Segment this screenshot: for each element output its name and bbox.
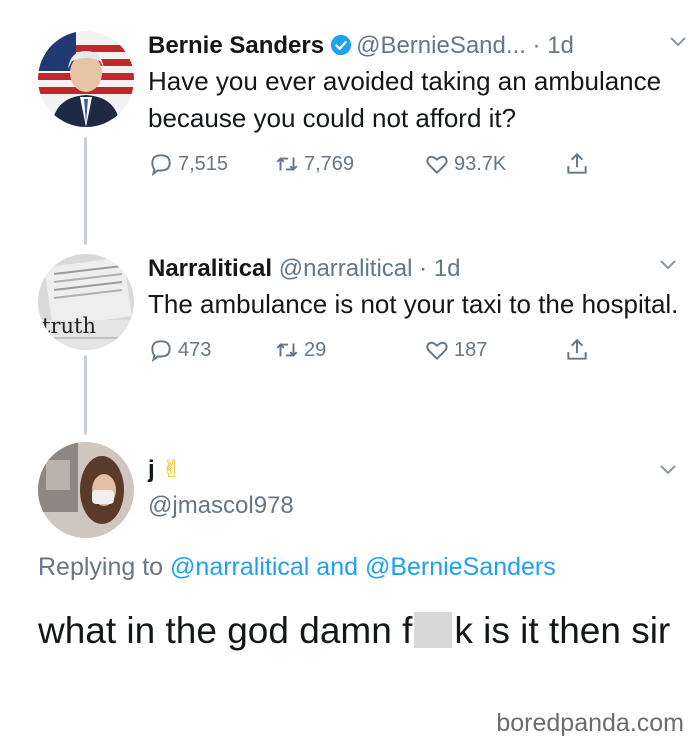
retweet-button[interactable]: 29	[274, 337, 326, 363]
avatar[interactable]	[38, 442, 134, 538]
mention-link[interactable]: @BernieSanders	[365, 553, 556, 581]
timestamp[interactable]: · 1d	[419, 255, 460, 282]
chevron-down-icon[interactable]	[668, 35, 688, 49]
retweet-count: 29	[304, 338, 327, 361]
retweet-icon	[276, 343, 298, 357]
tweet-text: what in the god damn f k is it then sir	[38, 604, 678, 658]
like-count: 187	[454, 338, 488, 361]
replying-to: Replying to @narralitical and @BernieSan…	[38, 553, 556, 582]
tweet-text-part2: k is it then sir	[454, 610, 671, 651]
like-button[interactable]: 93.7K	[424, 151, 506, 177]
tweet-actions: 7,515 7,769 93.7K	[148, 151, 682, 187]
like-icon	[426, 341, 448, 361]
avatar-text: truth	[42, 314, 96, 338]
share-icon	[567, 338, 587, 360]
tweet-narralitical[interactable]: Narralitical @narralitical · 1d The ambu…	[148, 254, 682, 373]
tweet-text: The ambulance is not your taxi to the ho…	[148, 289, 679, 319]
tweet-bernie[interactable]: Bernie Sanders @BernieSand... · 1d Have y…	[148, 31, 686, 187]
share-icon	[567, 152, 587, 174]
watermark: boredpanda.com	[496, 709, 684, 737]
author-name[interactable]: Bernie Sanders	[148, 32, 324, 59]
thread-line	[84, 137, 87, 245]
tweet-header: Narralitical @narralitical · 1d	[148, 254, 682, 284]
like-button[interactable]: 187	[424, 337, 487, 363]
emoji-victory: ✌	[161, 456, 182, 483]
share-button[interactable]	[564, 337, 590, 363]
author-handle[interactable]: @jmascol978	[148, 492, 294, 519]
author-handle[interactable]: @narralitical	[279, 255, 413, 282]
thread-line	[84, 355, 87, 435]
replying-and: and	[316, 553, 359, 581]
retweet-button[interactable]: 7,769	[274, 151, 354, 177]
avatar[interactable]	[38, 31, 134, 127]
tweet-j[interactable]: j ✌ @jmascol978	[148, 455, 682, 521]
author-handle[interactable]: @BernieSand...	[356, 32, 526, 59]
reply-count: 473	[178, 338, 212, 361]
tweet-header: j ✌	[148, 455, 682, 485]
retweet-count: 7,769	[304, 152, 355, 175]
censor-block	[414, 612, 453, 648]
reply-icon	[151, 154, 171, 177]
share-button[interactable]	[564, 151, 590, 177]
verified-icon	[330, 34, 352, 56]
replying-prefix: Replying to	[38, 553, 164, 581]
reply-count: 7,515	[178, 152, 229, 175]
author-name[interactable]: j	[148, 456, 155, 483]
reply-button[interactable]: 7,515	[148, 151, 228, 177]
author-handle-row: @jmascol978	[148, 491, 682, 521]
like-icon	[426, 155, 448, 175]
tweet-header: Bernie Sanders @BernieSand... · 1d	[148, 31, 686, 61]
mention-link[interactable]: @narralitical	[170, 553, 309, 581]
chevron-down-icon[interactable]	[658, 463, 678, 477]
tweet-text-part1: what in the god damn f	[38, 610, 413, 651]
avatar[interactable]: truth	[38, 254, 134, 350]
like-count: 93.7K	[454, 152, 507, 175]
retweet-icon	[276, 157, 298, 171]
author-name[interactable]: Narralitical	[148, 255, 272, 282]
timestamp[interactable]: · 1d	[533, 32, 574, 59]
tweet-text: Have you ever avoided taking an ambulanc…	[148, 66, 662, 133]
chevron-down-icon[interactable]	[658, 258, 678, 272]
reply-icon	[151, 340, 171, 363]
reply-button[interactable]: 473	[148, 337, 211, 363]
tweet-actions: 473 29 187	[148, 337, 682, 373]
